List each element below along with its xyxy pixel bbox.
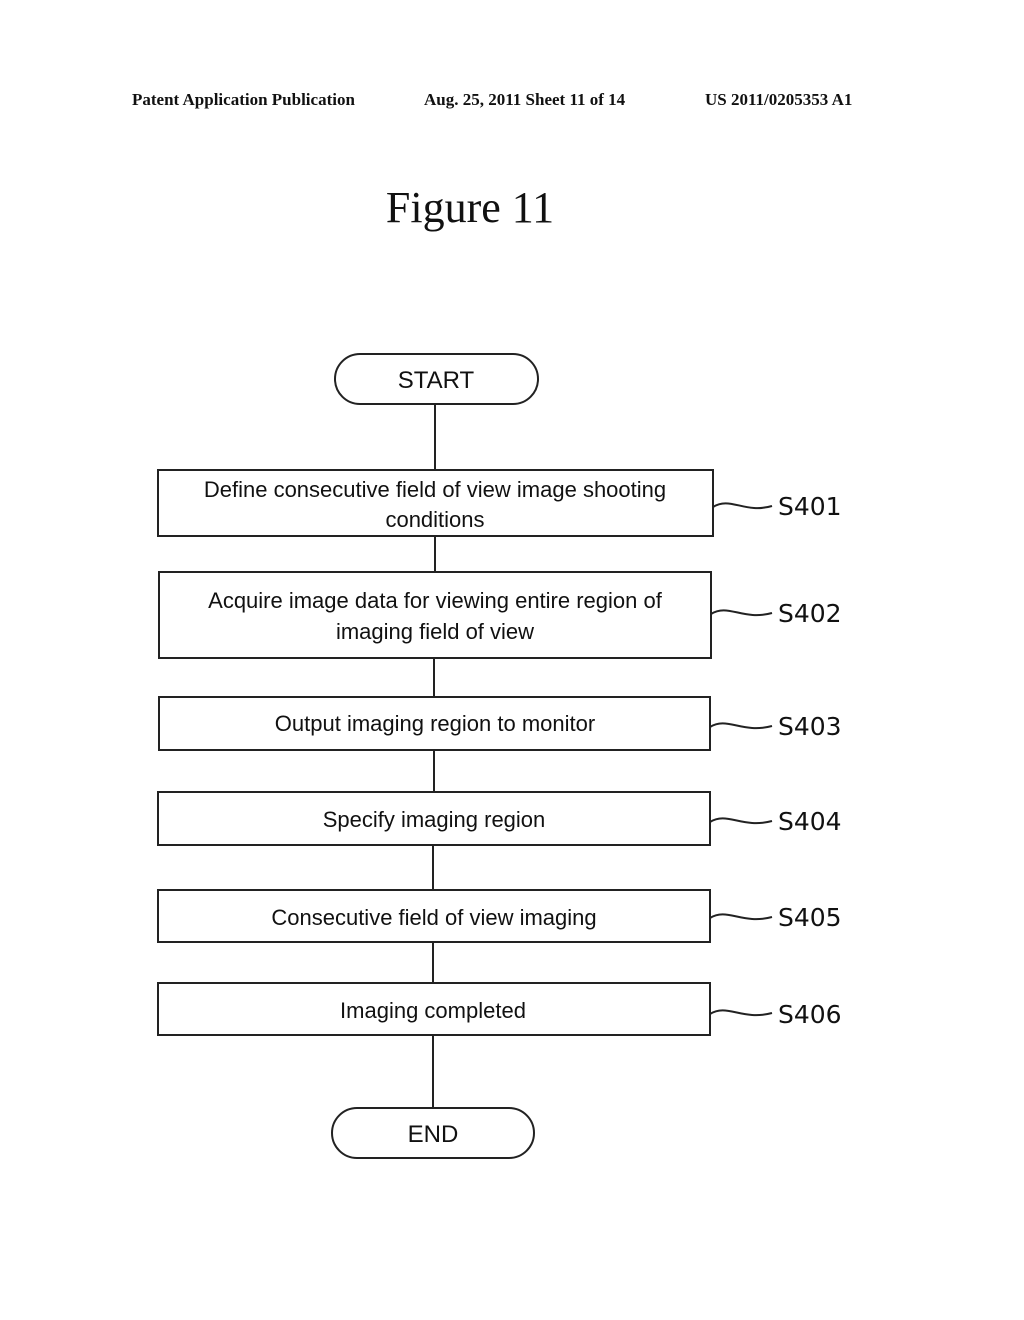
step-s401: Define consecutive field of view image s… bbox=[157, 469, 842, 537]
step-text-line: Specify imaging region bbox=[323, 807, 546, 832]
step-s406: Imaging completed S406 bbox=[157, 982, 842, 1036]
start-label: START bbox=[398, 367, 475, 394]
step-s403: Output imaging region to monitor S403 bbox=[158, 696, 842, 751]
leader-line bbox=[709, 722, 773, 730]
leader-line bbox=[712, 502, 773, 510]
step-id: S402 bbox=[778, 599, 842, 628]
step-id: S405 bbox=[778, 903, 842, 932]
end-terminal: END bbox=[331, 1107, 535, 1159]
leader-line bbox=[709, 1009, 773, 1017]
step-box bbox=[158, 571, 712, 659]
step-id: S403 bbox=[778, 712, 842, 741]
leader-line bbox=[710, 609, 773, 617]
step-id: S406 bbox=[778, 1000, 842, 1029]
step-text-line: imaging field of view bbox=[336, 619, 534, 644]
leader-line bbox=[709, 913, 773, 921]
step-s404: Specify imaging region S404 bbox=[157, 791, 842, 846]
end-label: END bbox=[408, 1121, 459, 1148]
leader-line bbox=[709, 817, 773, 825]
step-s402: Acquire image data for viewing entire re… bbox=[158, 571, 842, 659]
start-terminal: START bbox=[334, 353, 539, 405]
step-text-line: Define consecutive field of view image s… bbox=[204, 477, 666, 502]
step-text-line: Output imaging region to monitor bbox=[275, 711, 595, 736]
step-text-line: Imaging completed bbox=[340, 998, 526, 1023]
step-id: S401 bbox=[778, 492, 842, 521]
step-text-line: conditions bbox=[385, 507, 484, 532]
step-s405: Consecutive field of view imaging S405 bbox=[157, 889, 842, 943]
step-text-line: Acquire image data for viewing entire re… bbox=[208, 588, 663, 613]
step-text-line: Consecutive field of view imaging bbox=[271, 905, 596, 930]
step-id: S404 bbox=[778, 807, 842, 836]
flowchart: START Define consecutive field of view i… bbox=[157, 353, 842, 1159]
